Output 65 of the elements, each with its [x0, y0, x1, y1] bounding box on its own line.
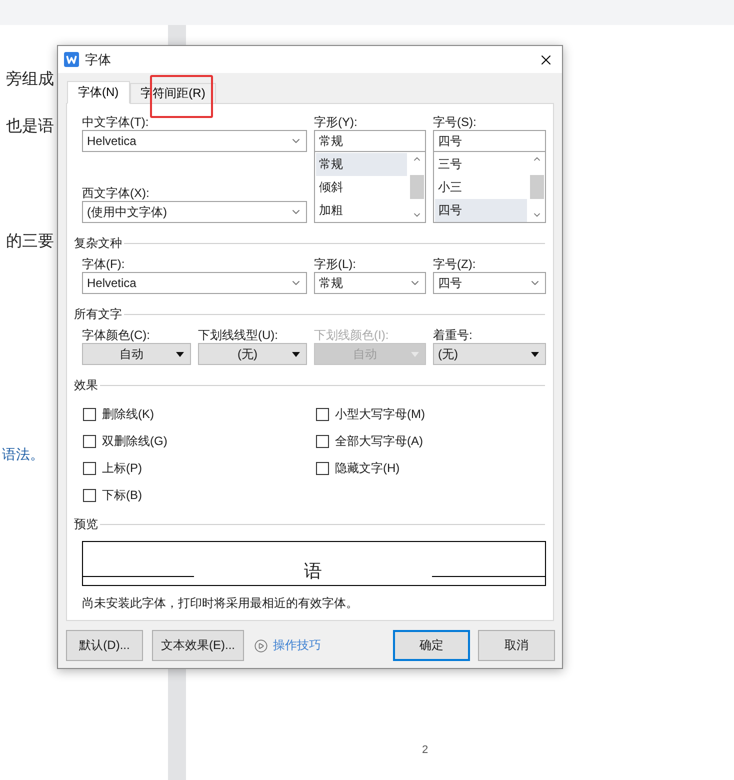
list-item[interactable]: 常规: [316, 153, 407, 176]
checkbox[interactable]: [83, 408, 96, 421]
checkbox[interactable]: [316, 435, 329, 448]
document-text: 旁组成: [6, 70, 54, 90]
list-item[interactable]: 倾斜: [316, 176, 407, 199]
input-field[interactable]: 四号: [433, 130, 546, 152]
play-icon: [254, 638, 268, 652]
field-label: 着重号:: [433, 327, 474, 343]
font-dropdown[interactable]: Helvetica: [82, 272, 307, 294]
dialog-button[interactable]: 文本效果(E)...: [152, 630, 244, 661]
font-dropdown[interactable]: 四号: [433, 272, 546, 294]
checkbox-label: 下标(B): [102, 487, 142, 504]
triangle-icon: [531, 352, 539, 356]
section-title: 所有文字: [74, 306, 122, 323]
field-label: 字形(Y):: [314, 114, 358, 130]
triangle-icon: [411, 352, 419, 356]
app-logo-icon: [64, 52, 79, 67]
font-note: 尚未安装此字体，打印时将采用最相近的有效字体。: [82, 595, 359, 612]
field-label: 字体颜色(C):: [82, 327, 151, 343]
document-text: 的三要: [6, 232, 54, 252]
checkbox[interactable]: [83, 435, 96, 448]
field-label: 字号(Z):: [433, 256, 477, 272]
field-label: 西文字体(X):: [82, 185, 150, 201]
field-label: 中文字体(T):: [82, 114, 150, 130]
ok-button[interactable]: 确定: [393, 630, 470, 661]
tab[interactable]: 字体(N): [67, 81, 130, 104]
triangle-icon: [292, 352, 300, 356]
field-label: 下划线颜色(I):: [314, 327, 390, 343]
window-title: 字体: [85, 50, 112, 68]
checkbox[interactable]: [316, 462, 329, 475]
input-field[interactable]: 常规: [314, 130, 426, 152]
dropdown-button[interactable]: (无): [433, 343, 546, 365]
dialog-button[interactable]: 取消: [478, 630, 555, 661]
link-text[interactable]: 语法。: [2, 446, 44, 464]
checkbox[interactable]: [83, 462, 96, 475]
checkbox-label: 上标(P): [102, 460, 142, 477]
list-item[interactable]: 三号: [435, 153, 527, 176]
font-dropdown[interactable]: 常规: [314, 272, 426, 294]
font-dropdown[interactable]: (使用中文字体): [82, 201, 307, 223]
checkbox-label: 小型大写字母(M): [335, 406, 425, 423]
list-item[interactable]: 加粗: [316, 199, 407, 222]
field-label: 字形(L):: [314, 256, 357, 272]
page-number: 2: [422, 744, 428, 756]
section-title: 复杂文种: [74, 235, 122, 252]
checkbox-label: 删除线(K): [102, 406, 154, 423]
checkbox[interactable]: [83, 489, 96, 502]
field-label: 下划线线型(U):: [198, 327, 279, 343]
section-title: 效果: [74, 377, 98, 394]
triangle-icon: [176, 352, 184, 356]
section-title: 预览: [74, 516, 98, 533]
checkbox-label: 双删除线(G): [102, 433, 168, 450]
tips-link[interactable]: 操作技巧: [254, 637, 321, 654]
dialog-button[interactable]: 默认(D)...: [66, 630, 143, 661]
font-dropdown[interactable]: Helvetica: [82, 130, 307, 152]
checkbox-label: 全部大写字母(A): [335, 433, 423, 450]
checkbox-label: 隐藏文字(H): [335, 460, 400, 477]
checkbox[interactable]: [316, 408, 329, 421]
dropdown-button[interactable]: 自动: [82, 343, 191, 365]
preview-sample: 语: [303, 560, 323, 583]
dropdown-button[interactable]: (无): [198, 343, 307, 365]
list-item[interactable]: 小三: [435, 176, 527, 199]
field-label: 字体(F):: [82, 256, 126, 272]
document-text: 也是语: [6, 116, 54, 137]
list-item[interactable]: 四号: [435, 199, 527, 222]
field-label: 字号(S):: [433, 114, 478, 130]
